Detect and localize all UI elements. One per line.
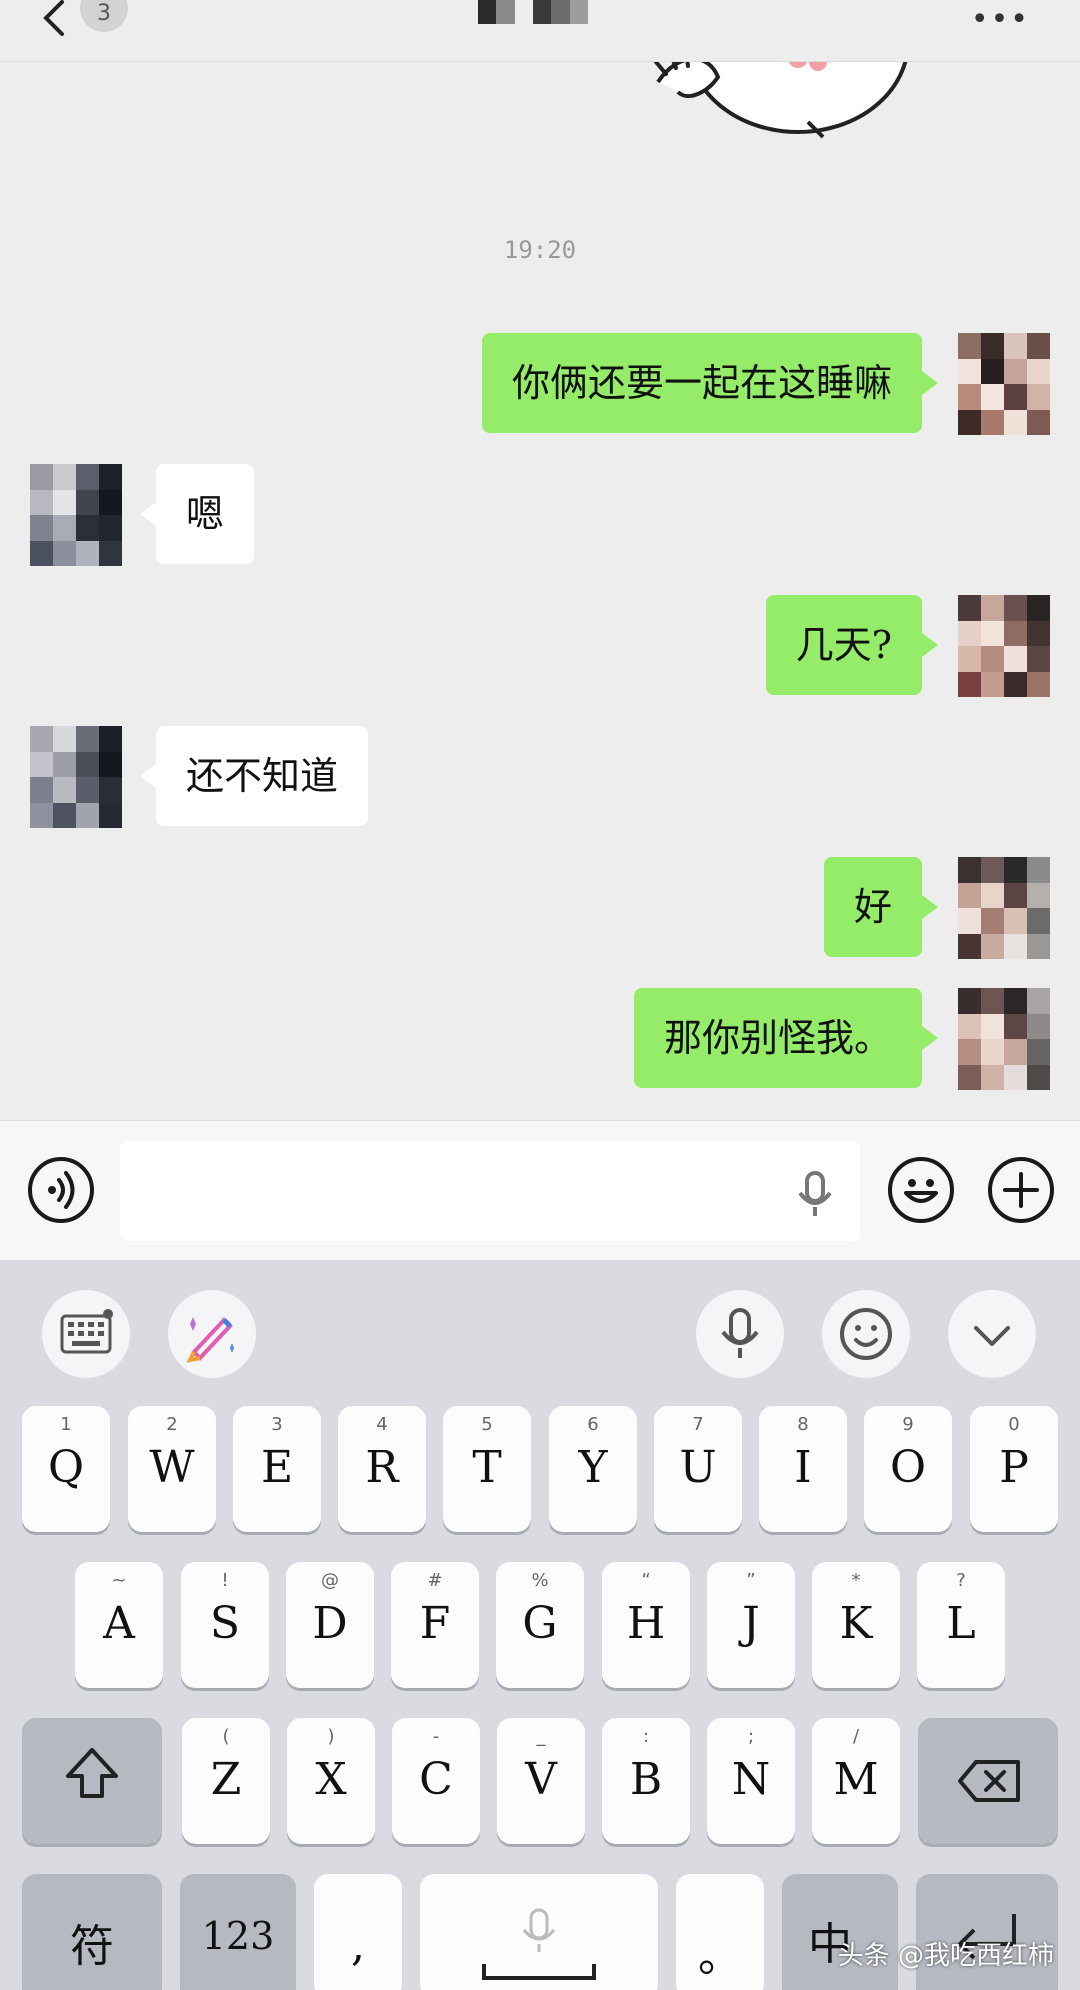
comma-key[interactable]: , (314, 1874, 402, 1990)
key-f[interactable]: # F (391, 1562, 479, 1688)
key-d[interactable]: @ D (286, 1562, 374, 1688)
message-bubble-sent[interactable]: 你俩还要一起在这睡嘛 (481, 333, 939, 433)
chevron-down-icon (974, 1326, 1010, 1346)
message-bubble-sent[interactable]: 那你别怪我。 (633, 988, 939, 1088)
unread-count-badge: 3 (80, 0, 128, 32)
microphone-icon (721, 1308, 759, 1358)
magic-pen-icon (186, 1317, 234, 1363)
key-j[interactable]: ” J (707, 1562, 795, 1688)
key-w[interactable]: 2W (128, 1406, 216, 1532)
more-icon: ••• (970, 2, 1030, 37)
key-i[interactable]: 8I (759, 1406, 847, 1532)
my-avatar[interactable] (958, 857, 1050, 959)
message-timestamp: 19:20 (503, 236, 577, 264)
contact-avatar[interactable] (30, 464, 122, 566)
key-u[interactable]: 7U (654, 1406, 742, 1532)
key-y[interactable]: 6Y (549, 1406, 637, 1532)
voice-input-button[interactable] (790, 1169, 840, 1219)
chevron-left-icon (43, 0, 64, 36)
key-z[interactable]: (Z (182, 1718, 270, 1844)
chat-header: 3 ••• (0, 0, 1080, 62)
voice-mode-button[interactable] (28, 1157, 94, 1223)
key-s[interactable]: ! S (181, 1562, 269, 1688)
chat-messages[interactable]: 19:20 你俩还要一起在这睡嘛 嗯 几天? 还不知道 好 那你别怪我。 (0, 62, 1080, 1120)
back-button[interactable] (38, 0, 78, 40)
key-l[interactable]: ? L (917, 1562, 1005, 1688)
plus-icon (1003, 1172, 1039, 1208)
key-a[interactable]: ~ A (75, 1562, 163, 1688)
message-bubble-sent[interactable]: 好 (823, 857, 939, 957)
key-b[interactable]: :B (602, 1718, 690, 1844)
contact-avatar[interactable] (30, 726, 122, 828)
message-input[interactable] (120, 1141, 860, 1241)
soft-keyboard: 1Q 2W 3E 4R 5T 6Y 7U 8I 9O 0P ~ A ! S @ D #… (0, 1260, 1080, 1990)
enter-key[interactable] (916, 1874, 1058, 1990)
message-bubble-received[interactable]: 嗯 (139, 464, 255, 564)
symbols-key[interactable]: 符 (22, 1874, 162, 1990)
key-v[interactable]: _ V (497, 1718, 585, 1844)
key-o[interactable]: 9O (864, 1406, 952, 1532)
period-key[interactable]: 。 (676, 1874, 764, 1990)
message-bubble-received[interactable]: 还不知道 (139, 726, 369, 826)
message-input-bar (0, 1120, 1080, 1260)
language-switch-key[interactable]: 中 (782, 1874, 898, 1990)
key-x[interactable]: ) X (287, 1718, 375, 1844)
key-n[interactable]: ; N (707, 1718, 795, 1844)
backspace-icon (958, 1760, 1020, 1802)
key-g[interactable]: % G (496, 1562, 584, 1688)
my-avatar[interactable] (958, 595, 1050, 697)
keyboard-emoji-button[interactable] (822, 1290, 910, 1378)
smiley-icon (840, 1308, 892, 1360)
enter-arrow-icon (958, 1914, 1016, 1960)
my-avatar[interactable] (958, 333, 1050, 435)
keyboard-switch-button[interactable] (42, 1290, 130, 1378)
key-t[interactable]: 5T (443, 1406, 531, 1532)
more-actions-button[interactable] (988, 1157, 1054, 1223)
chat-title-obscured (478, 0, 588, 24)
my-avatar[interactable] (958, 988, 1050, 1090)
numbers-key[interactable]: 123 (180, 1874, 296, 1990)
sticker-image (654, 62, 908, 139)
key-q[interactable]: 1Q (22, 1406, 110, 1532)
watermark-text: 头条 @我吃西红柿 (837, 1941, 1054, 1971)
voice-wave-icon (48, 1171, 75, 1209)
key-p[interactable]: 0P (970, 1406, 1058, 1532)
key-r[interactable]: 4R (338, 1406, 426, 1532)
more-options-button[interactable]: ••• (971, 2, 1030, 37)
key-c[interactable]: -C (392, 1718, 480, 1844)
message-bubble-sent[interactable]: 几天? (765, 595, 939, 695)
handwriting-ai-button[interactable] (168, 1290, 256, 1378)
keyboard-icon (60, 1309, 113, 1354)
microphone-icon (798, 1171, 832, 1216)
smiley-icon (904, 1179, 938, 1203)
emoji-button[interactable] (888, 1157, 954, 1223)
hide-keyboard-button[interactable] (948, 1290, 1036, 1378)
backspace-key[interactable] (918, 1718, 1058, 1844)
key-k[interactable]: * K (812, 1562, 900, 1688)
key-m[interactable]: / M (812, 1718, 900, 1844)
shift-key[interactable] (22, 1718, 162, 1844)
shift-arrow-icon (66, 1748, 118, 1798)
space-key[interactable] (420, 1874, 658, 1990)
key-h[interactable]: “H (602, 1562, 690, 1688)
keyboard-voice-button[interactable] (696, 1290, 784, 1378)
key-e[interactable]: 3E (233, 1406, 321, 1532)
space-mic-icon (482, 1908, 596, 1980)
